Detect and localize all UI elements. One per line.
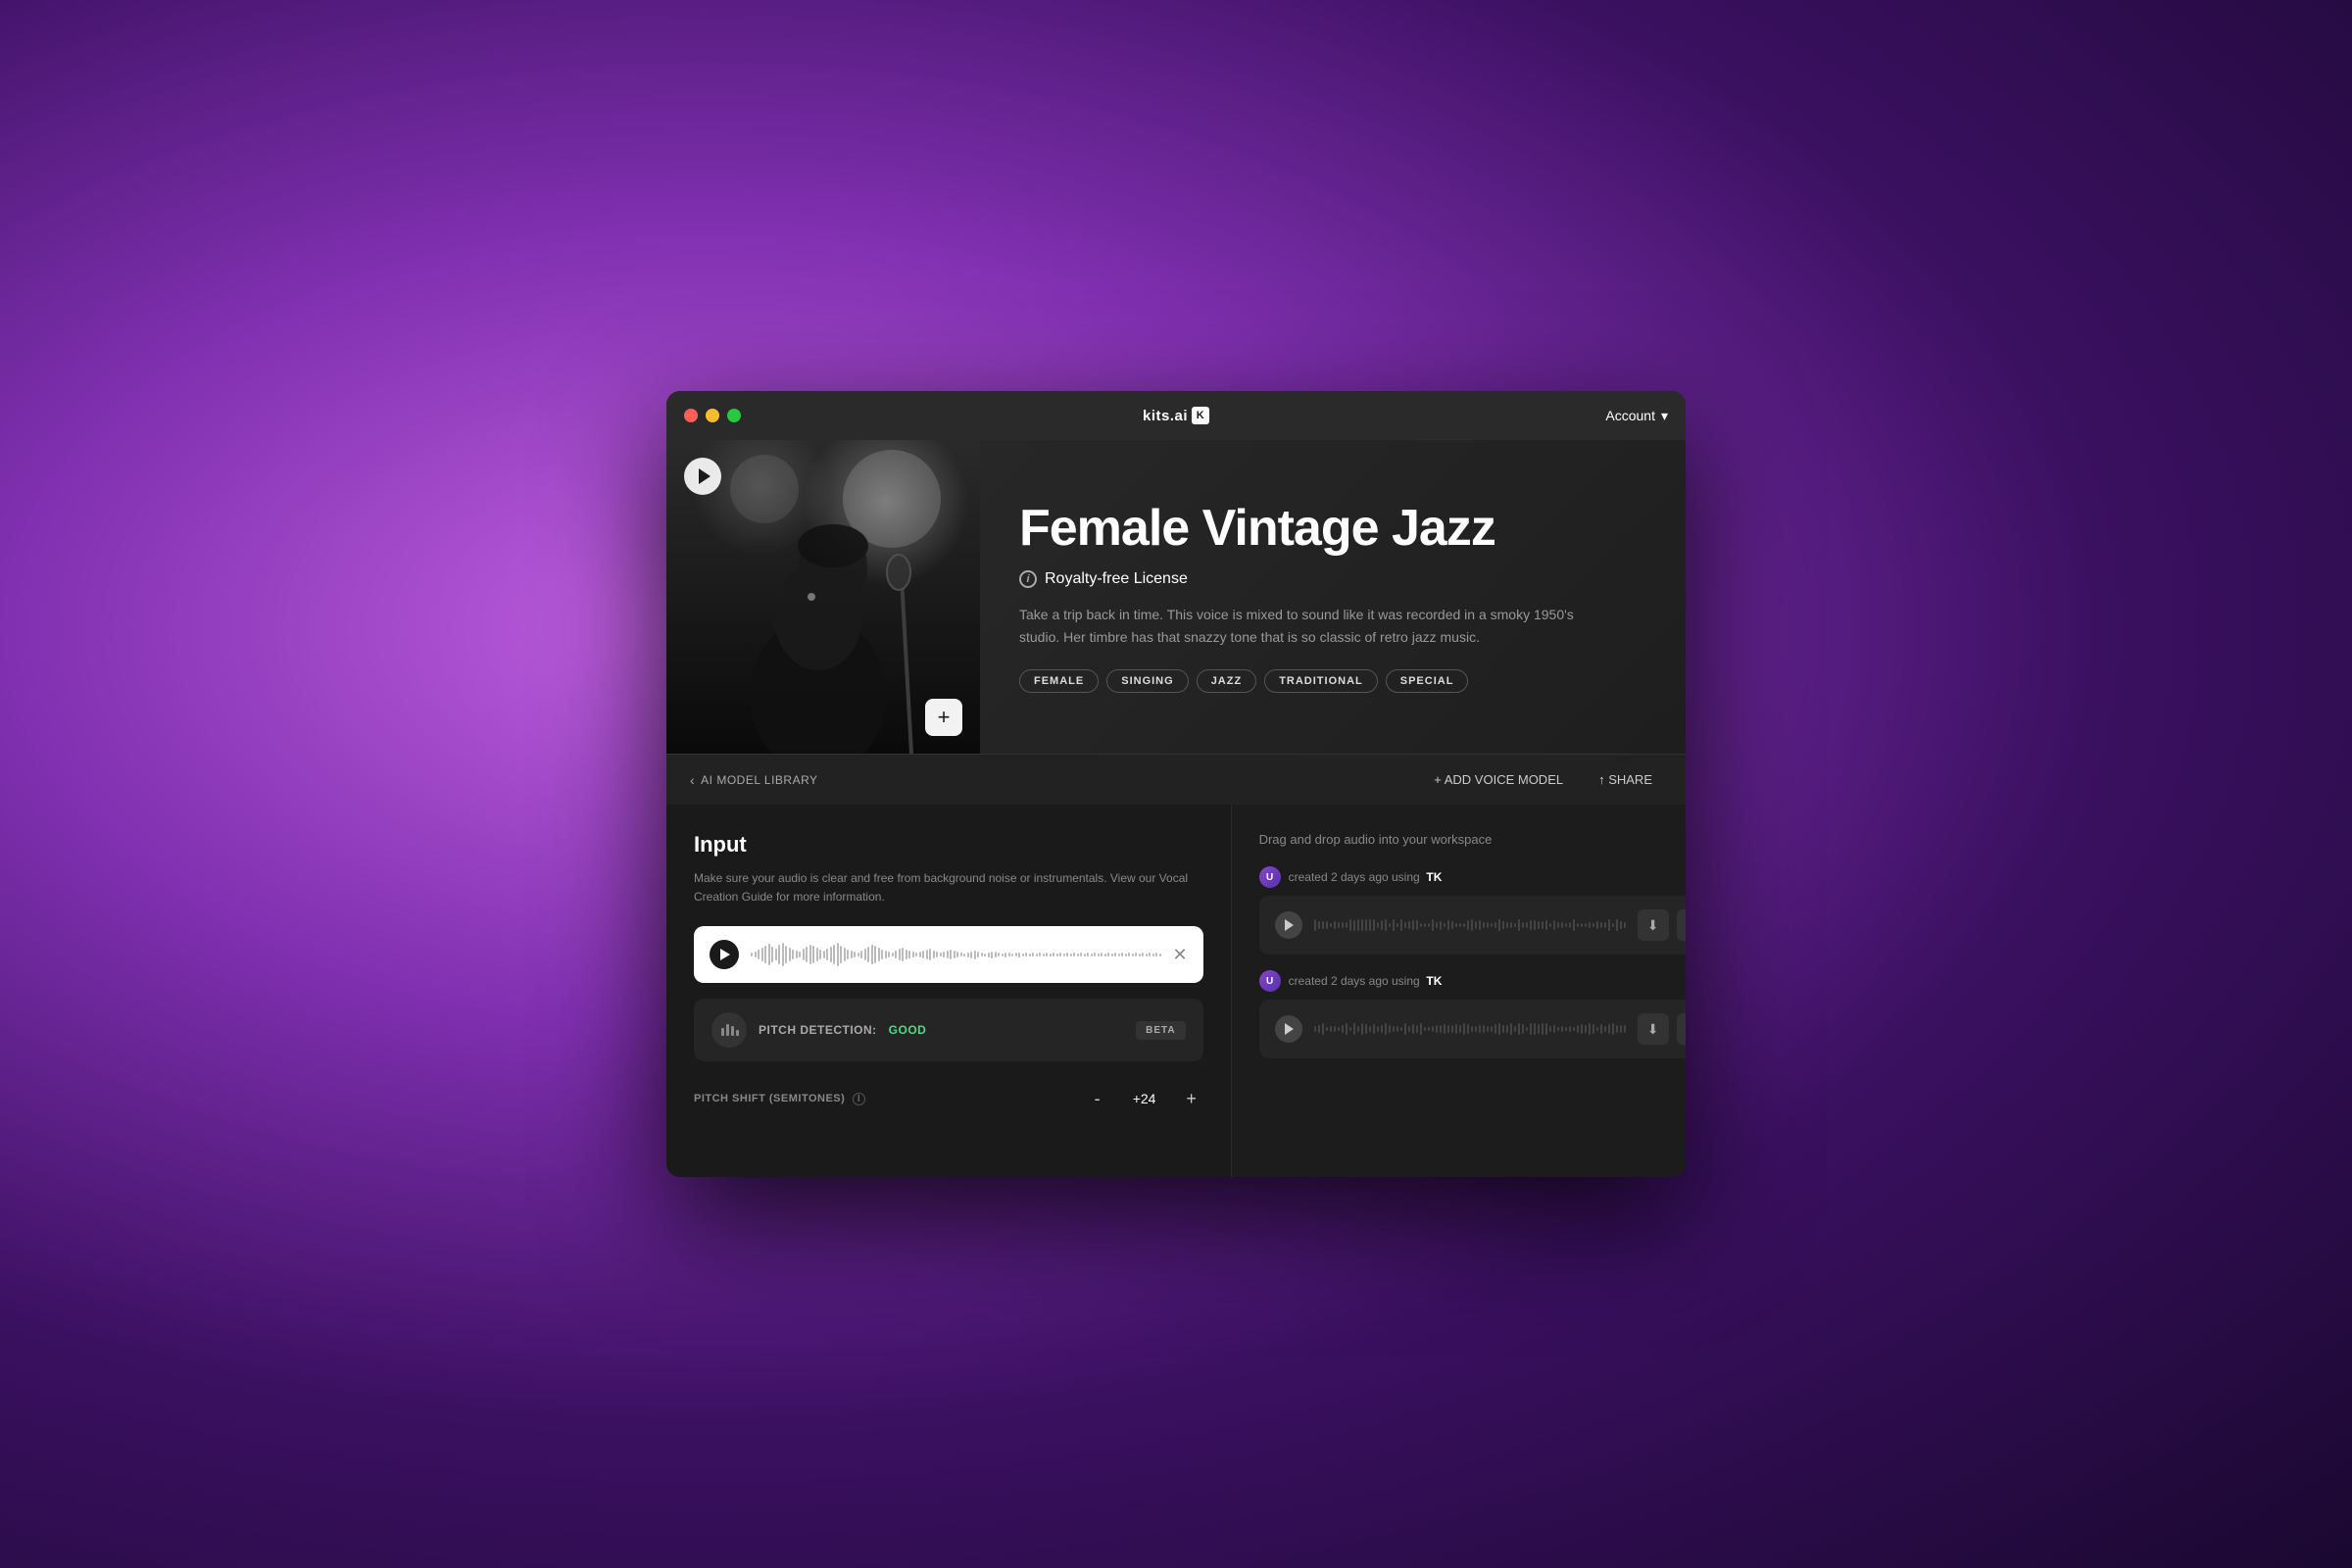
output-item-1: U created 2 days ago using TK ⬇ ⧉ <box>1259 866 1686 955</box>
output-meta-1: created 2 days ago using TK <box>1289 870 1443 884</box>
audio-player: ✕ <box>694 926 1203 983</box>
app-window: kits.ai K Account ▾ <box>666 391 1686 1177</box>
back-label: AI MODEL LIBRARY <box>701 773 817 787</box>
toolbar: ‹ AI MODEL LIBRARY + ADD VOICE MODEL ↑ S… <box>666 754 1686 805</box>
equalizer-icon <box>719 1020 739 1040</box>
output-play-button-1[interactable] <box>1275 911 1302 939</box>
voice-title: Female Vintage Jazz <box>1019 501 1646 557</box>
output-actions-2: ⬇ ⧉ <box>1638 1013 1686 1045</box>
pitch-shift-label: PITCH SHIFT (SEMITONES) i <box>694 1093 865 1104</box>
hero-play-button[interactable] <box>684 458 721 495</box>
play-icon <box>699 468 710 484</box>
add-voice-model-label: + ADD VOICE MODEL <box>1434 772 1563 787</box>
hero-image-container: + <box>666 440 980 754</box>
account-menu[interactable]: Account ▾ <box>1605 408 1668 424</box>
share-button[interactable]: ↑ SHARE <box>1589 766 1662 793</box>
tag-singing[interactable]: SINGING <box>1106 669 1188 693</box>
hero-section: + Female Vintage Jazz i Royalty-free Lic… <box>666 440 1686 754</box>
copy-button-1[interactable]: ⧉ <box>1677 909 1686 941</box>
toolbar-actions: + ADD VOICE MODEL ↑ SHARE <box>1424 766 1662 793</box>
close-button[interactable] <box>684 409 698 422</box>
pitch-shift-row: PITCH SHIFT (SEMITONES) i - +24 + <box>694 1077 1203 1120</box>
output-panel: Drag and drop audio into your workspace … <box>1232 805 1686 1177</box>
chevron-down-icon: ▾ <box>1661 408 1668 424</box>
titlebar: kits.ai K Account ▾ <box>666 391 1686 440</box>
back-nav[interactable]: ‹ AI MODEL LIBRARY <box>690 772 818 788</box>
user-avatar-2: U <box>1259 970 1281 992</box>
tags-container: FEMALE SINGING JAZZ TRADITIONAL SPECIAL <box>1019 669 1646 693</box>
player-play-icon <box>720 949 730 960</box>
pitch-value-display: +24 <box>1125 1091 1164 1106</box>
add-voice-model-button[interactable]: + ADD VOICE MODEL <box>1424 766 1573 793</box>
output-play-icon-2 <box>1285 1023 1294 1035</box>
output-player-2: ⬇ ⧉ <box>1259 1000 1686 1058</box>
share-label: ↑ SHARE <box>1598 772 1652 787</box>
input-panel-description: Make sure your audio is clear and free f… <box>694 869 1203 906</box>
maximize-button[interactable] <box>727 409 741 422</box>
output-user-row-2: U created 2 days ago using TK <box>1259 970 1686 992</box>
logo-icon: K <box>1192 407 1209 424</box>
download-button-2[interactable]: ⬇ <box>1638 1013 1669 1045</box>
pitch-shift-info-icon[interactable]: i <box>853 1093 865 1105</box>
drag-drop-text: Drag and drop audio into your workspace <box>1259 832 1686 847</box>
logo-text: kits.ai <box>1143 408 1188 424</box>
pitch-detection-label: PITCH DETECTION: <box>759 1023 877 1037</box>
download-button-1[interactable]: ⬇ <box>1638 909 1669 941</box>
copy-button-2[interactable]: ⧉ <box>1677 1013 1686 1045</box>
hero-add-button[interactable]: + <box>925 699 962 736</box>
player-play-button[interactable] <box>710 940 739 969</box>
beta-badge: BETA <box>1136 1021 1185 1040</box>
user-avatar-1: U <box>1259 866 1281 888</box>
input-panel: Input Make sure your audio is clear and … <box>666 805 1232 1177</box>
app-logo: kits.ai K <box>1143 407 1209 424</box>
input-panel-title: Input <box>694 832 1203 858</box>
output-actions-1: ⬇ ⧉ <box>1638 909 1686 941</box>
output-meta-2: created 2 days ago using TK <box>1289 974 1443 988</box>
output-user-row-1: U created 2 days ago using TK <box>1259 866 1686 888</box>
license-text: Royalty-free License <box>1045 570 1188 588</box>
back-arrow-icon: ‹ <box>690 772 695 788</box>
hero-info: Female Vintage Jazz i Royalty-free Licen… <box>980 440 1686 754</box>
info-icon[interactable]: i <box>1019 570 1037 588</box>
tag-female[interactable]: FEMALE <box>1019 669 1099 693</box>
pitch-increase-button[interactable]: + <box>1180 1087 1203 1110</box>
output-waveform-1 <box>1314 915 1626 935</box>
pitch-decrease-button[interactable]: - <box>1086 1087 1109 1110</box>
pitch-detection-icon <box>711 1012 747 1048</box>
pitch-controls: - +24 + <box>1086 1087 1203 1110</box>
output-play-button-2[interactable] <box>1275 1015 1302 1043</box>
add-icon: + <box>938 705 951 730</box>
pitch-detection: PITCH DETECTION: GOOD BETA <box>694 999 1203 1061</box>
account-label: Account <box>1605 408 1655 423</box>
minimize-button[interactable] <box>706 409 719 422</box>
tag-special[interactable]: SPECIAL <box>1386 669 1469 693</box>
tag-traditional[interactable]: TRADITIONAL <box>1264 669 1378 693</box>
player-close-button[interactable]: ✕ <box>1173 945 1188 965</box>
output-item-2: U created 2 days ago using TK ⬇ ⧉ <box>1259 970 1686 1058</box>
window-controls <box>684 409 741 422</box>
hero-image: + <box>666 440 980 754</box>
pitch-detection-value: GOOD <box>889 1023 927 1037</box>
output-player-1: ⬇ ⧉ <box>1259 896 1686 955</box>
tag-jazz[interactable]: JAZZ <box>1197 669 1257 693</box>
output-waveform-2 <box>1314 1019 1626 1039</box>
main-content: Input Make sure your audio is clear and … <box>666 805 1686 1177</box>
output-play-icon-1 <box>1285 919 1294 931</box>
waveform <box>751 940 1161 969</box>
license-row: i Royalty-free License <box>1019 570 1646 588</box>
voice-description: Take a trip back in time. This voice is … <box>1019 604 1588 648</box>
